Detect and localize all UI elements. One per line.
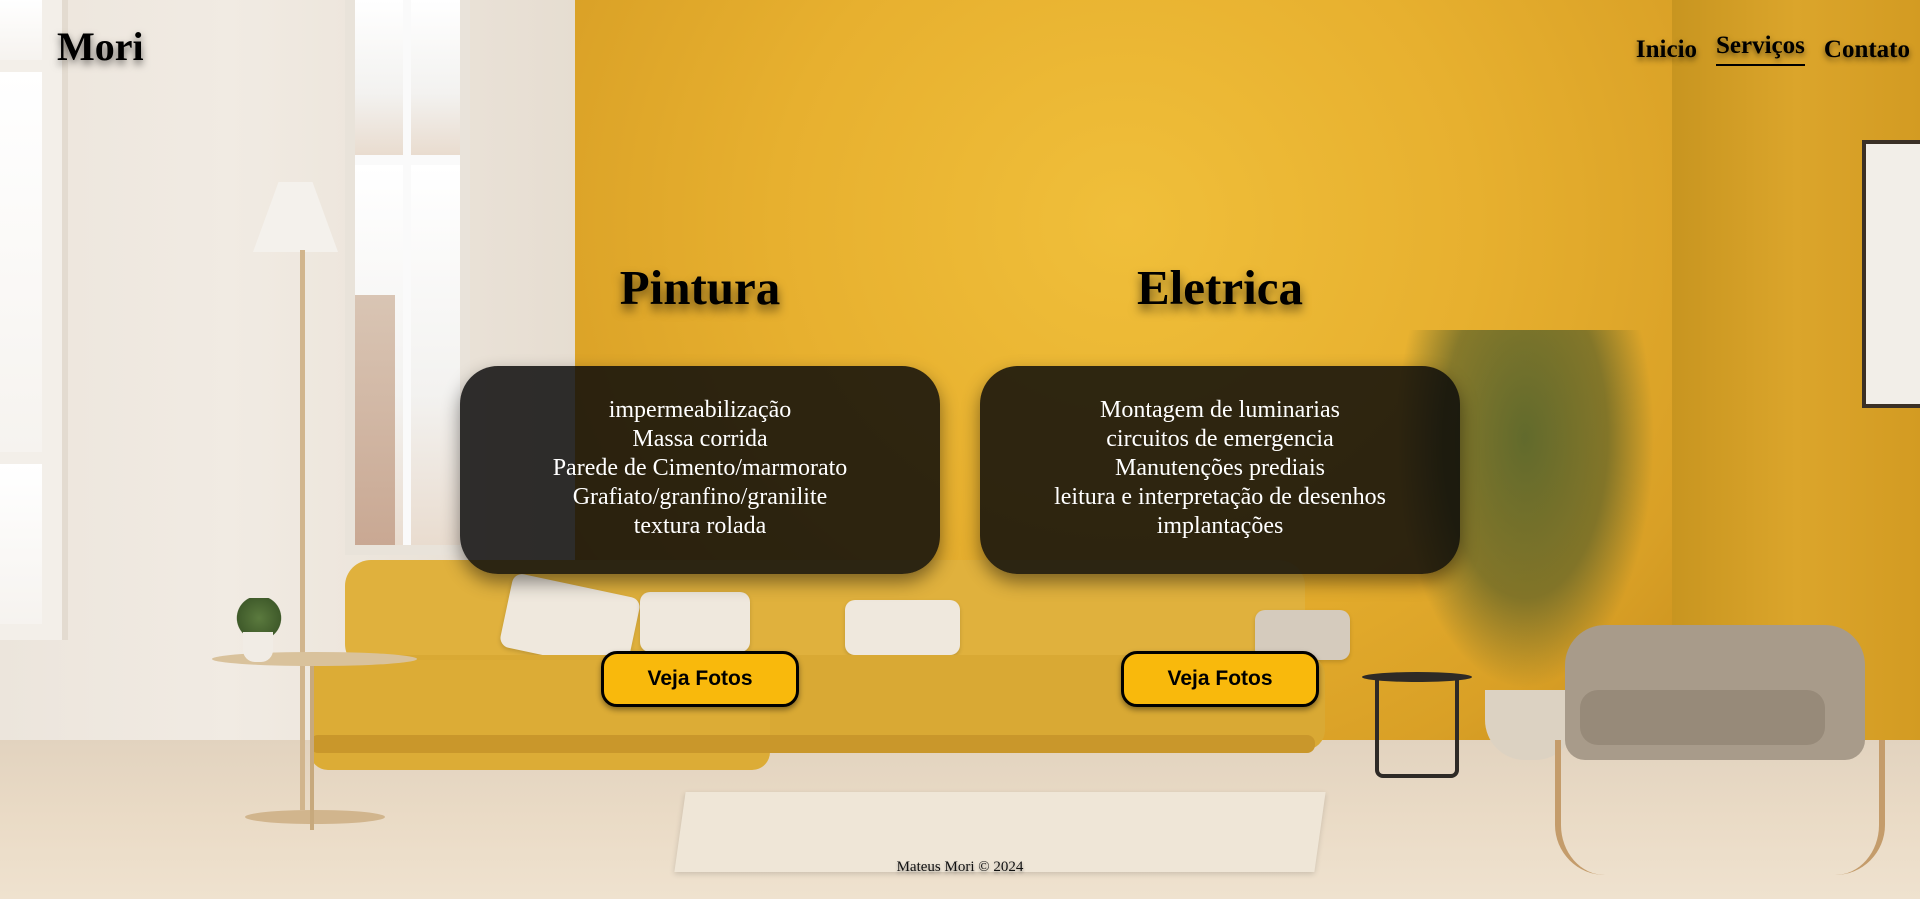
nav-link-inicio[interactable]: Inicio xyxy=(1636,30,1697,64)
wall-art xyxy=(1862,140,1920,408)
service-eletrica: Eletrica Montagem de luminarias circuito… xyxy=(980,255,1460,707)
left-window xyxy=(0,0,68,640)
lamp-pole xyxy=(300,250,305,810)
service-item: Montagem de luminarias xyxy=(1100,397,1340,423)
service-item: Grafiato/granfino/granilite xyxy=(572,484,828,510)
service-item: impermeabilização xyxy=(608,397,792,423)
service-title: Pintura xyxy=(619,260,781,315)
service-item: implantações xyxy=(1156,513,1284,539)
round-table-leg xyxy=(310,660,314,830)
tall-window xyxy=(345,0,470,555)
service-card: impermeabilização Massa corrida Parede d… xyxy=(460,366,940,574)
veja-fotos-button[interactable]: Veja Fotos xyxy=(1121,651,1319,707)
service-title: Eletrica xyxy=(1137,260,1303,315)
nav-link-servicos[interactable]: Serviços xyxy=(1716,30,1805,66)
veja-fotos-button[interactable]: Veja Fotos xyxy=(601,651,799,707)
armchair-legs xyxy=(1555,740,1885,875)
armchair-seat xyxy=(1580,690,1825,745)
sofa-base xyxy=(310,735,1315,753)
service-item: Manutenções prediais xyxy=(1115,455,1325,481)
service-pintura: Pintura impermeabilização Massa corrida … xyxy=(460,255,940,707)
service-item: Parede de Cimento/marmorato xyxy=(552,455,848,481)
lamp-base xyxy=(245,810,385,824)
small-plant-pot xyxy=(243,632,273,662)
service-item: leitura e interpretação de desenhos xyxy=(1054,484,1386,510)
main-nav: Inicio Serviços Contato xyxy=(1636,30,1910,66)
service-item: textura rolada xyxy=(633,513,767,539)
nav-link-contato[interactable]: Contato xyxy=(1824,30,1910,64)
service-item: Massa corrida xyxy=(632,426,768,452)
background-room-image xyxy=(0,0,1920,899)
site-logo[interactable]: Mori xyxy=(57,23,144,70)
service-card: Montagem de luminarias circuitos de emer… xyxy=(980,366,1460,574)
service-item: circuitos de emergencia xyxy=(1106,426,1334,452)
footer-copyright: Mateus Mori © 2024 xyxy=(896,859,1024,875)
